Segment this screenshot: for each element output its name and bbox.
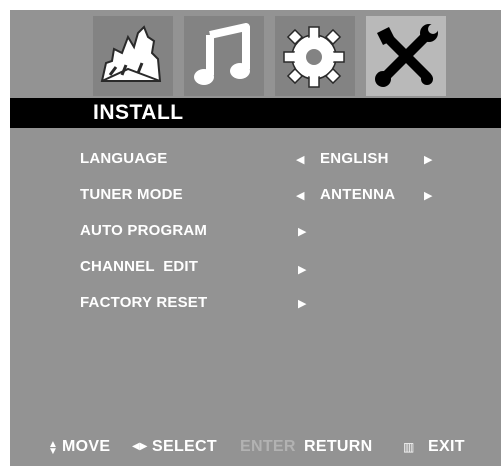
picture-icon	[100, 25, 162, 82]
language-value: ENGLISH	[320, 150, 389, 167]
left-right-arrows-icon: ◀▶	[132, 441, 148, 452]
footer-enter: ENTER	[240, 438, 296, 455]
music-note-icon	[194, 23, 250, 85]
menu-item-label: FACTORY RESET	[80, 294, 208, 311]
tools-icon	[375, 24, 438, 87]
arrow-left-icon[interactable]: ◀	[296, 153, 304, 166]
tv-osd-menu: INSTALL LANGUAGE ◀ ENGLISH ▶ TUNER MODE …	[0, 0, 501, 466]
tuner-mode-value: ANTENNA	[320, 186, 396, 203]
menu-panel: INSTALL LANGUAGE ◀ ENGLISH ▶ TUNER MODE …	[10, 10, 501, 466]
page-title: INSTALL	[93, 101, 184, 124]
arrow-left-icon[interactable]: ◀	[296, 189, 304, 202]
tab-setup[interactable]	[275, 16, 355, 96]
tab-music[interactable]	[184, 16, 264, 96]
up-down-arrows-icon: ▲ ▼	[48, 439, 58, 457]
arrow-right-icon: ▶	[298, 226, 307, 238]
menu-item-label: TUNER MODE	[80, 186, 183, 203]
menu-item-label: LANGUAGE	[80, 150, 168, 167]
footer-return: RETURN	[304, 438, 373, 455]
footer-exit: EXIT	[428, 438, 465, 455]
arrow-right-icon: ▶	[298, 264, 307, 276]
footer-select: SELECT	[152, 438, 217, 455]
arrow-right-icon: ▶	[298, 298, 307, 310]
gear-icon	[283, 26, 345, 88]
menu-item-label: CHANNEL EDIT	[80, 258, 199, 275]
arrow-right-icon[interactable]: ▶	[424, 153, 432, 166]
menu-item-label: AUTO PROGRAM	[80, 222, 208, 239]
arrow-right-icon[interactable]: ▶	[424, 189, 432, 202]
footer-move: MOVE	[62, 438, 111, 455]
title-bar: INSTALL	[10, 98, 501, 128]
tab-picture[interactable]	[93, 16, 173, 96]
tab-install[interactable]	[366, 16, 446, 96]
menu-button-icon: ▥	[403, 440, 415, 454]
